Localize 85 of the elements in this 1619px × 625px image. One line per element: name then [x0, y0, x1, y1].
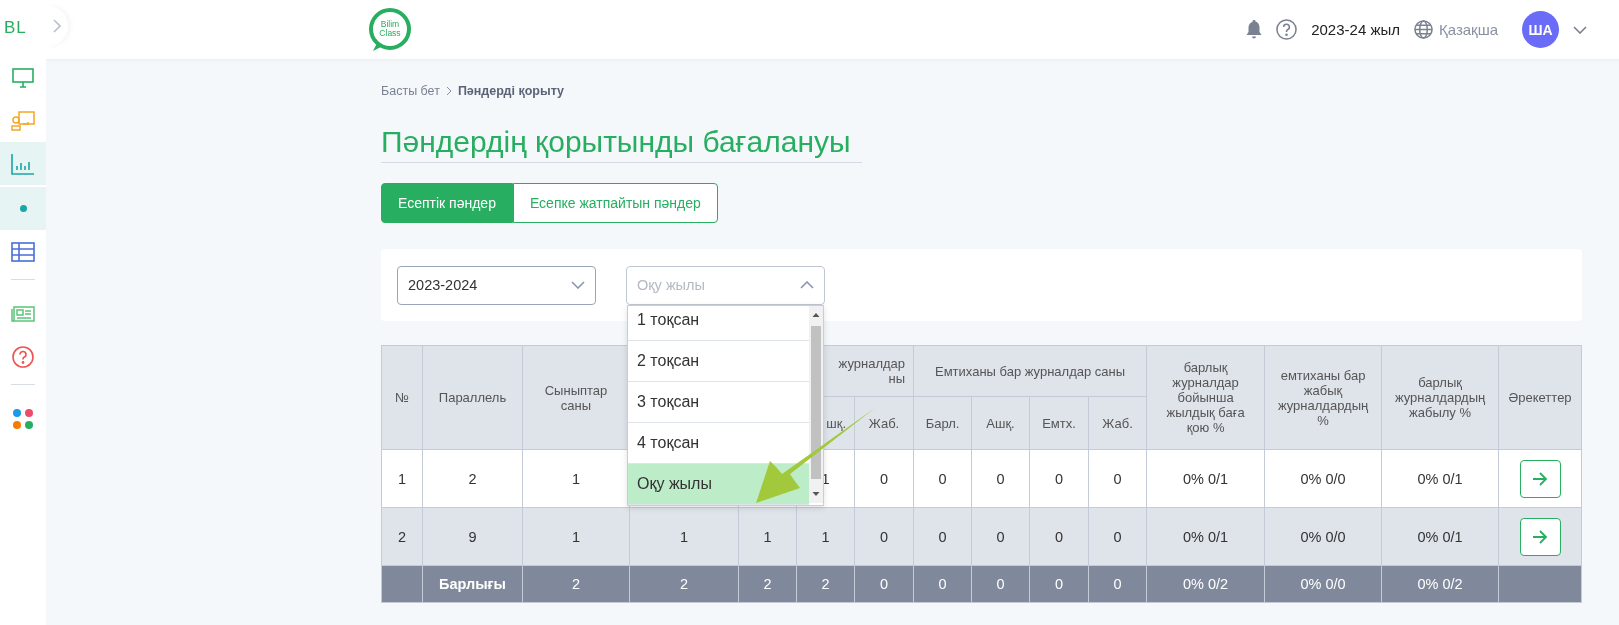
help-icon	[12, 345, 34, 368]
table-cell: 1	[796, 507, 855, 566]
column-header: Параллель	[422, 345, 523, 450]
dropdown-option[interactable]: 2 тоқсан	[628, 340, 809, 382]
table-cell: 1	[381, 449, 423, 508]
chevron-down-icon	[571, 281, 585, 289]
table-cell: 0% 0/0	[1264, 565, 1382, 603]
table-cell: 0	[1029, 565, 1089, 603]
table-cell: 2	[738, 565, 797, 603]
table-cell: 0	[1029, 449, 1089, 508]
academic-year[interactable]: 2023-24 жыл	[1311, 21, 1400, 38]
breadcrumb-link[interactable]: Пәндерді қорыту	[457, 84, 565, 98]
column-header: барлық журналдардың жабылу %	[1381, 345, 1499, 450]
column-header: емтиханы бар жабық журналдардың %	[1264, 345, 1382, 450]
dot-icon	[19, 205, 27, 212]
column-header: Әрекеттер	[1498, 345, 1582, 450]
table-cell: Барлығы	[422, 565, 523, 603]
dropdown-option[interactable]: 3 тоқсан	[628, 381, 809, 423]
column-group-header: Емтиханы бар журналдар саны	[913, 345, 1147, 397]
page-title: Пәндердің қорытынды бағалануы	[381, 125, 862, 163]
sidebar-item[interactable]	[0, 142, 46, 185]
open-button[interactable]	[1519, 459, 1561, 498]
table-cell: 0% 0/1	[1381, 507, 1499, 566]
table-cell: 0	[1029, 507, 1089, 566]
table-cell: 0% 0/1	[1381, 449, 1499, 508]
table-cell: 0% 0/2	[1381, 565, 1499, 603]
table-cell: 0% 0/1	[1146, 507, 1265, 566]
breadcrumb-link[interactable]: Басты бет	[381, 84, 440, 98]
column-header: Жаб.	[1088, 396, 1147, 450]
table-cell: 1	[738, 507, 797, 566]
table-cell: 0	[1088, 565, 1147, 603]
chart-icon	[11, 152, 35, 175]
chevron-right-icon	[445, 86, 452, 96]
chevron-up-icon	[800, 281, 814, 289]
table-cell: 0% 0/0	[1264, 449, 1382, 508]
chevron-down-icon	[1573, 25, 1588, 34]
apps-icon	[12, 407, 34, 430]
table-cell: 0% 0/2	[1146, 565, 1265, 603]
logo-text: BL	[3, 17, 27, 39]
column-header: Жаб.	[854, 396, 914, 450]
table-cell: 0	[913, 565, 972, 603]
newspaper-icon	[11, 305, 35, 322]
table-cell: 0	[1088, 449, 1147, 508]
year-select[interactable]: 2023-2024	[397, 265, 596, 305]
table-cell: 0	[854, 507, 914, 566]
table-cell: 0	[854, 449, 914, 508]
user-avatar[interactable]: ША	[1522, 11, 1560, 48]
table-cell: 0% 0/1	[1146, 449, 1265, 508]
table-cell: 0	[854, 565, 914, 603]
dropdown-option[interactable]: 1 тоқсан	[628, 305, 809, 341]
column-header: №	[381, 345, 423, 450]
globe-icon	[1414, 20, 1433, 39]
column-header: Барл.	[913, 396, 972, 450]
table-cell: 1	[629, 507, 739, 566]
table-cell: 0	[913, 449, 972, 508]
logo-drawing: Bilim Class	[367, 6, 413, 53]
column-header: Сыныптар саны	[522, 345, 630, 450]
table-cell: 9	[422, 507, 523, 566]
open-button[interactable]	[1519, 517, 1561, 556]
table-cell: 0	[1088, 507, 1147, 566]
table-icon	[11, 241, 35, 262]
table-cell: 2	[381, 507, 423, 566]
arrow-right-icon	[1532, 471, 1549, 486]
column-header: барлық журналдар бойынша жылдық баға қою %	[1146, 345, 1265, 450]
table-cell: 2	[796, 565, 855, 603]
monitor-icon	[12, 67, 34, 88]
table-cell: 2	[629, 565, 739, 603]
arrow-right-icon	[1532, 529, 1549, 544]
column-header: Емтх.	[1029, 396, 1089, 450]
column-header: Ашқ.	[971, 396, 1030, 450]
help-icon[interactable]	[1276, 19, 1298, 40]
table-cell: 0% 0/0	[1264, 507, 1382, 566]
chevron-right-icon	[53, 19, 61, 33]
bell-icon[interactable]	[1246, 20, 1263, 39]
sidebar-item[interactable]	[0, 187, 46, 230]
table-cell: 1	[522, 507, 630, 566]
table-cell: 2	[522, 565, 630, 603]
table-cell: 0	[913, 507, 972, 566]
table-cell: 0	[971, 507, 1030, 566]
table-cell: 1	[522, 449, 630, 508]
table-cell: 0	[971, 565, 1030, 603]
dropdown-option[interactable]: 4 тоқсан	[628, 422, 809, 464]
table-cell: 2	[422, 449, 523, 508]
teacher-board-icon	[11, 110, 35, 131]
table-cell: 0	[971, 449, 1030, 508]
